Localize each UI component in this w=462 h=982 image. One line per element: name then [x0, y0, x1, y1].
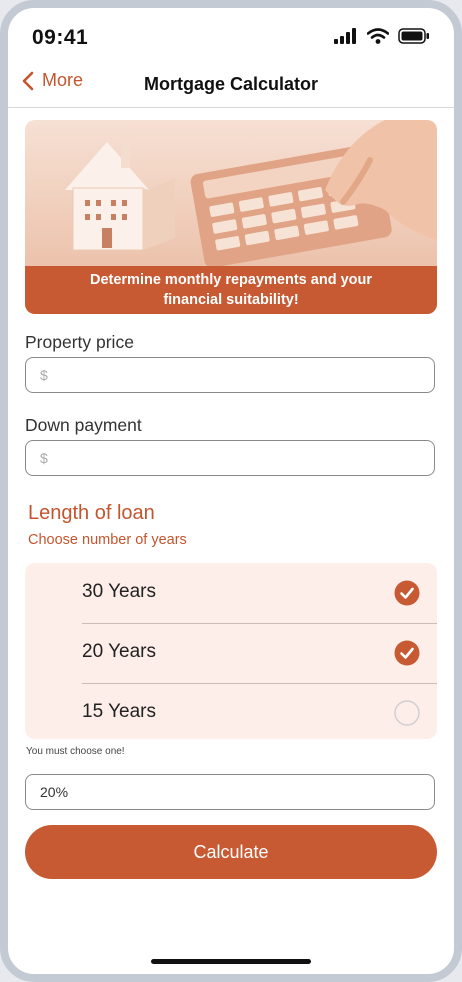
page-title: Mortgage Calculator	[143, 74, 319, 94]
status-time: 09:41	[32, 26, 89, 49]
loan-length-title: Length of loan	[28, 502, 155, 524]
loan-option-label: 30 Years	[82, 581, 156, 602]
loan-option-15-years[interactable]: 15 Years	[25, 683, 437, 743]
loan-option-label: 20 Years	[82, 641, 156, 662]
percentage-input[interactable]	[38, 783, 434, 801]
validation-message: You must choose one!	[26, 746, 125, 757]
wifi-icon	[367, 28, 389, 44]
percentage-field[interactable]	[25, 774, 435, 810]
status-icons	[334, 28, 430, 44]
loan-options-list: 30 Years 20 Years 15 Years	[25, 563, 437, 739]
navigation-bar: More Mortgage Calculator	[8, 68, 454, 108]
loan-option-30-years[interactable]: 30 Years	[25, 563, 437, 623]
loan-option-label: 15 Years	[82, 701, 156, 722]
down-payment-label: Down payment	[25, 415, 142, 435]
nav-divider	[8, 107, 454, 108]
cellular-signal-icon	[334, 28, 356, 44]
checkmark-icon[interactable]	[394, 640, 420, 666]
property-price-label: Property price	[25, 332, 134, 352]
loan-option-20-years[interactable]: 20 Years	[25, 623, 437, 683]
checkmark-icon[interactable]	[394, 580, 420, 606]
hero-caption-line-2: financial suitability!	[163, 292, 299, 308]
property-price-input[interactable]	[38, 366, 434, 384]
down-payment-field[interactable]	[25, 440, 435, 476]
calculate-button[interactable]: Calculate	[25, 825, 437, 879]
hero-caption: Determine monthly repayments and your fi…	[25, 266, 437, 314]
hero-banner: Determine monthly repayments and your fi…	[25, 120, 437, 314]
hero-caption-line-1: Determine monthly repayments and your	[89, 272, 372, 288]
home-indicator[interactable]	[151, 959, 311, 964]
property-price-field[interactable]	[25, 357, 435, 393]
phone-screen: 09:41 More Mortgage Calculator Determine…	[0, 0, 462, 982]
down-payment-input[interactable]	[38, 449, 434, 467]
empty-radio-icon[interactable]	[394, 700, 420, 726]
loan-length-subtitle: Choose number of years	[28, 532, 187, 548]
battery-icon	[398, 28, 429, 44]
house-calculator-illustration	[65, 120, 437, 266]
